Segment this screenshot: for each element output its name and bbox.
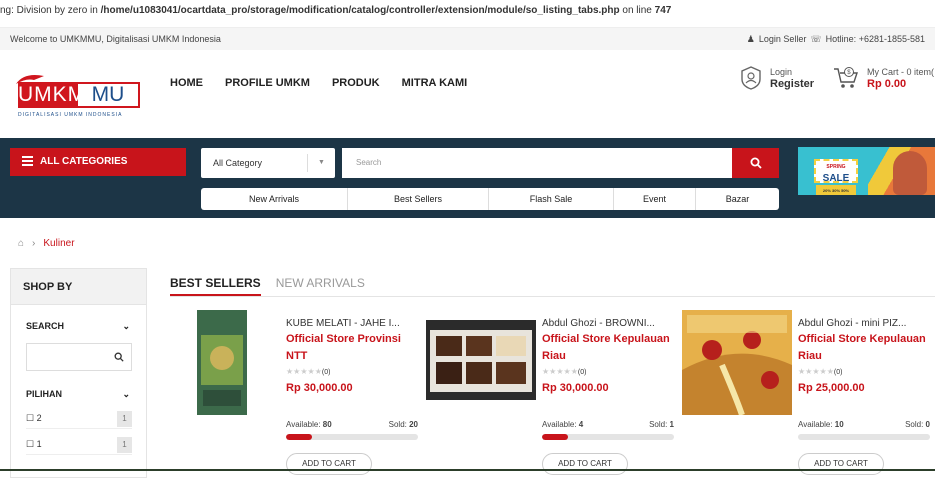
product-store[interactable]: Official Store Kepulauan Riau	[798, 331, 933, 365]
add-to-cart-button[interactable]: ADD TO CART	[542, 453, 628, 475]
product-name[interactable]: Abdul Ghozi - mini PIZ...	[798, 318, 933, 329]
phone-icon: ☏	[810, 33, 822, 44]
product-image[interactable]	[426, 310, 536, 415]
account-link[interactable]: Login Register	[740, 66, 814, 90]
sold-progress-bar	[798, 434, 930, 440]
quick-tabs: New Arrivals Best Sellers Flash Sale Eve…	[201, 188, 779, 210]
search-button[interactable]	[732, 148, 779, 178]
rating-stars: ★★★★★(0)	[542, 367, 587, 376]
product-price: Rp 30,000.00	[542, 382, 609, 394]
tab-flash-sale[interactable]: Flash Sale	[489, 188, 614, 210]
site-logo[interactable]: UMKM MU DIGITALISASI UMKM INDONESIA	[14, 72, 142, 122]
nav-mitra-kami[interactable]: MITRA KAMI	[402, 77, 468, 89]
user-icon: ♟	[746, 33, 755, 44]
breadcrumb-kuliner[interactable]: Kuliner	[43, 238, 74, 249]
stock-info: Available: 4 Sold: 1	[542, 420, 674, 429]
sold-progress-bar	[542, 434, 674, 440]
main-nav: HOME PROFILE UMKM PRODUK MITRA KAMI	[170, 77, 467, 89]
tab-bazar[interactable]: Bazar	[696, 188, 779, 210]
rating-stars: ★★★★★(0)	[286, 367, 331, 376]
search-input[interactable]: Search	[342, 148, 732, 178]
search-icon[interactable]	[114, 352, 124, 362]
cart-label: My Cart - 0 item(	[867, 67, 935, 77]
pilihan-filter-header[interactable]: PILIHAN ⌄	[26, 389, 130, 400]
tab-best-sellers[interactable]: Best Sellers	[348, 188, 489, 210]
product-tabs: BEST SELLERS NEW ARRIVALS	[170, 276, 365, 296]
sale-banner[interactable]: SPRING SALE 20% 30% 50%	[798, 147, 935, 195]
product-store[interactable]: Official Store Kepulauan Riau	[542, 331, 677, 365]
hotline-text: Hotline: +6281-1855-581	[825, 34, 925, 44]
product-name[interactable]: KUBE MELATI - JAHE I...	[286, 318, 421, 329]
search-icon	[750, 157, 762, 169]
filter-option[interactable]: ☐ 21	[26, 409, 132, 429]
logo-umkm: UMKM	[18, 82, 87, 108]
shop-by-sidebar: SHOP BY SEARCH ⌄ PILIHAN ⌄ ☐ 21 ☐ 11	[10, 268, 147, 478]
chevron-down-icon: ⌄	[122, 389, 130, 399]
mini-cart[interactable]: $ My Cart - 0 item(Rp 0.00	[833, 66, 934, 90]
chevron-down-icon: ⌄	[122, 321, 130, 331]
sidebar-search-input[interactable]	[26, 343, 132, 371]
php-error-notice: ng: Division by zero in /home/u1083041/o…	[0, 0, 935, 28]
product-image[interactable]	[170, 310, 280, 415]
all-categories-button[interactable]: ALL CATEGORIES	[10, 148, 186, 176]
product-price: Rp 30,000.00	[286, 382, 353, 394]
sold-progress-fill	[542, 434, 569, 440]
filter-option[interactable]: ☐ 11	[26, 435, 132, 455]
category-select[interactable]: All Category ▼	[201, 148, 335, 178]
sold-progress-fill	[286, 434, 313, 440]
tab-event[interactable]: Event	[614, 188, 696, 210]
product-image[interactable]	[682, 310, 792, 415]
banner-model-image	[893, 151, 927, 195]
stock-info: Available: 10 Sold: 0	[798, 420, 930, 429]
product-card[interactable]: Abdul Ghozi - BROWNI... Official Store K…	[426, 310, 677, 475]
sold-progress-bar	[286, 434, 418, 440]
register-link[interactable]: Register	[770, 78, 814, 90]
cart-total: Rp 0.00	[867, 78, 907, 90]
banner-sale-badge: SPRING SALE 20% 30% 50%	[814, 159, 858, 195]
home-icon[interactable]: ⌂	[18, 238, 24, 249]
site-header: UMKM MU DIGITALISASI UMKM INDONESIA HOME…	[0, 50, 935, 138]
stock-info: Available: 80 Sold: 20	[286, 420, 418, 429]
chevron-right-icon: ›	[32, 238, 36, 249]
nav-home[interactable]: HOME	[170, 77, 203, 89]
product-name[interactable]: Abdul Ghozi - BROWNI...	[542, 318, 677, 329]
nav-produk[interactable]: PRODUK	[332, 77, 380, 89]
filter-count: 1	[117, 410, 132, 427]
add-to-cart-button[interactable]: ADD TO CART	[286, 453, 372, 475]
tab-best-sellers-active[interactable]: BEST SELLERS	[170, 276, 261, 296]
menu-icon	[22, 154, 33, 168]
product-card[interactable]: KUBE MELATI - JAHE I... Official Store P…	[170, 310, 421, 475]
tab-new-arrivals[interactable]: New Arrivals	[201, 188, 348, 210]
login-link[interactable]: Login	[770, 66, 814, 78]
product-card[interactable]: Abdul Ghozi - mini PIZ... Official Store…	[682, 310, 933, 475]
top-bar: Welcome to UMKMMU, Digitalisasi UMKM Ind…	[0, 28, 935, 50]
tab-new-arrivals-inactive[interactable]: NEW ARRIVALS	[276, 276, 365, 296]
chevron-down-icon: ▼	[307, 154, 335, 172]
welcome-text: Welcome to UMKMMU, Digitalisasi UMKM Ind…	[10, 34, 221, 44]
logo-mu: MU	[78, 82, 140, 108]
account-icon	[741, 66, 761, 90]
product-store[interactable]: Official Store Provinsi NTT	[286, 331, 421, 365]
breadcrumb: ⌂ › Kuliner	[18, 238, 75, 249]
filter-count: 1	[117, 436, 132, 453]
logo-tagline: DIGITALISASI UMKM INDONESIA	[18, 112, 123, 118]
sidebar-title: SHOP BY	[11, 269, 146, 305]
add-to-cart-button[interactable]: ADD TO CART	[798, 453, 884, 475]
rating-stars: ★★★★★(0)	[798, 367, 843, 376]
cart-icon: $	[834, 67, 858, 88]
search-band: ALL CATEGORIES All Category ▼ Search New …	[0, 138, 935, 218]
login-seller-link[interactable]: Login Seller	[759, 34, 807, 44]
search-filter-header[interactable]: SEARCH ⌄	[26, 321, 130, 332]
product-price: Rp 25,000.00	[798, 382, 865, 394]
nav-profile-umkm[interactable]: PROFILE UMKM	[225, 77, 310, 89]
